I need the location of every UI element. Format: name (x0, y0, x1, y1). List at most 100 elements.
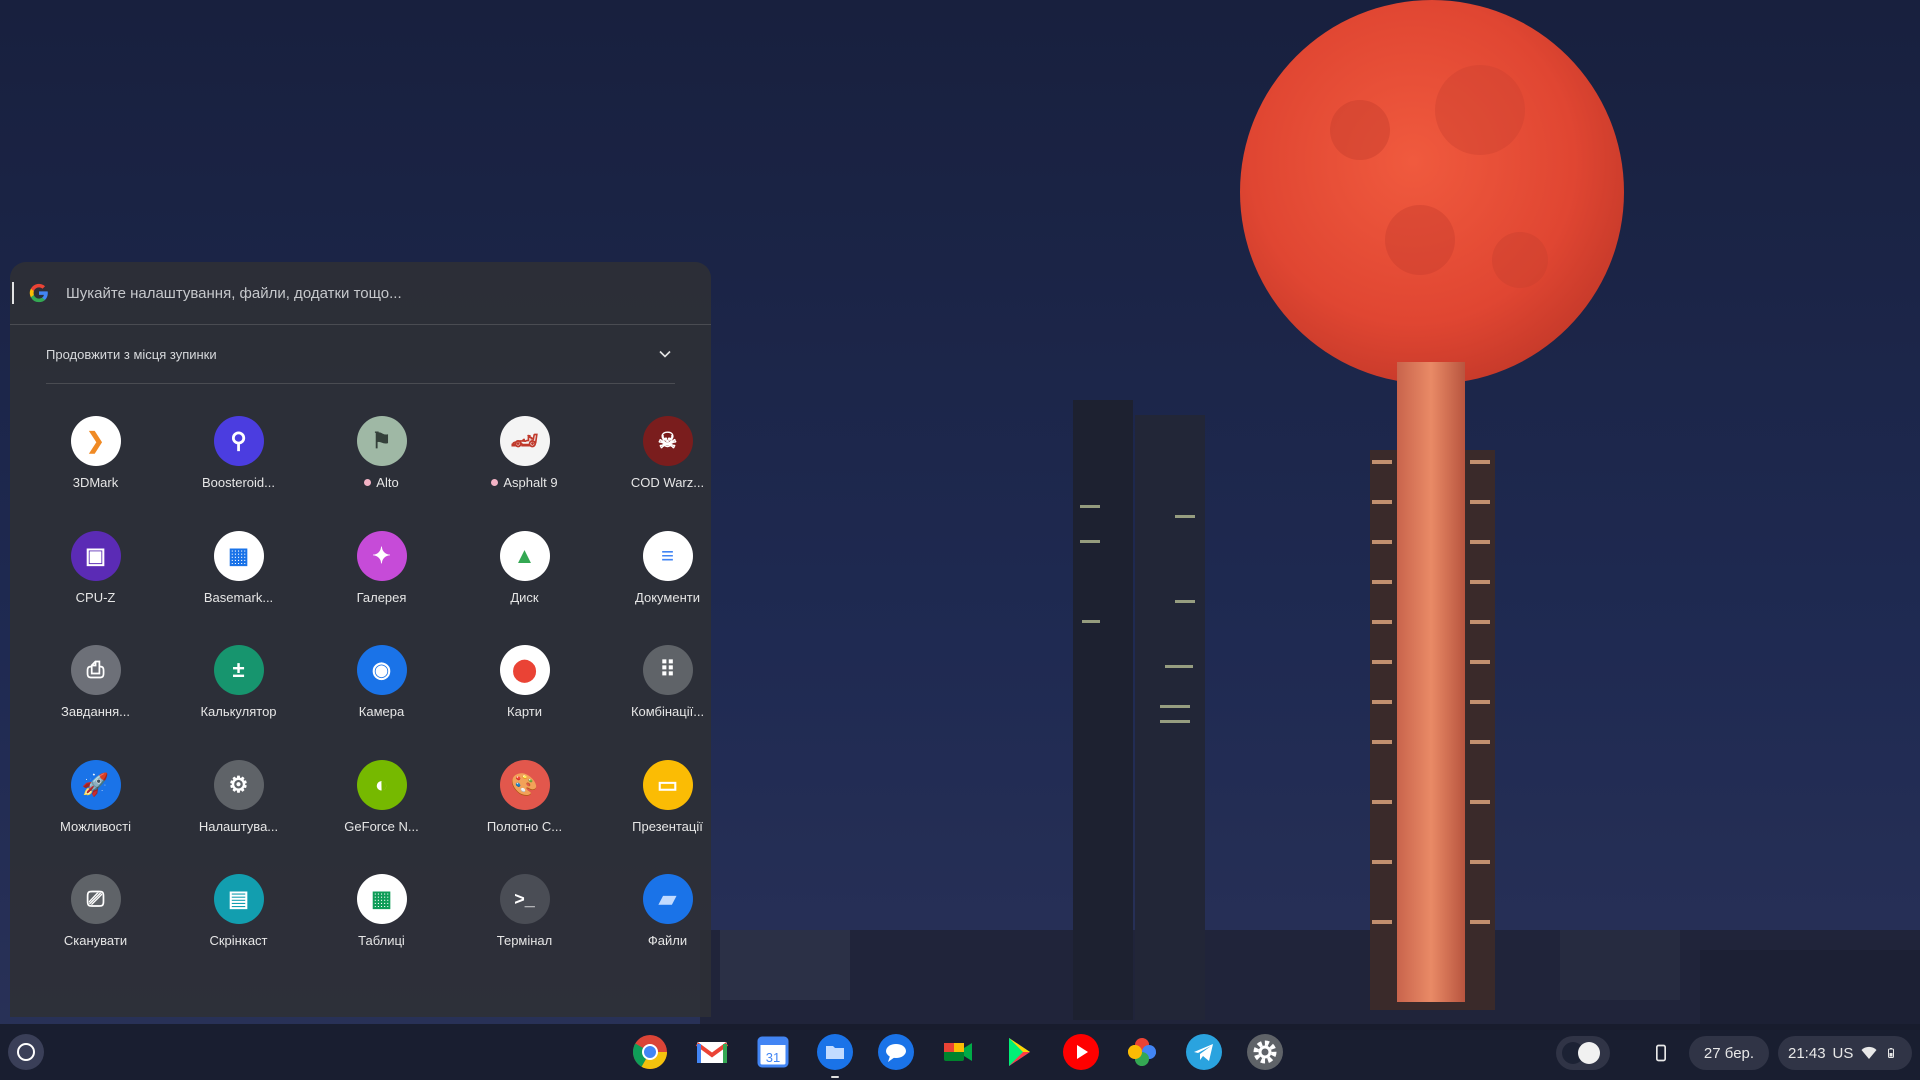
app-label: CPU-Z (76, 590, 116, 605)
app-tile[interactable]: >_ Термінал (453, 860, 596, 975)
app-tile[interactable]: ◐ GeForce N... (310, 746, 453, 861)
date-text: 27 бер. (1703, 1044, 1755, 1062)
app-tile[interactable]: ▰ Файли (596, 860, 711, 975)
app-label: Alto (364, 475, 399, 490)
play-store-icon[interactable] (999, 1032, 1039, 1072)
gallery-icon: ✦ (356, 530, 407, 581)
app-label: Asphalt 9 (491, 475, 558, 490)
app-launcher: Продовжити з місця зупинки ❯ 3DMark ⚲ Boost… (10, 262, 711, 1017)
app-tile[interactable]: ± Калькулятор (167, 631, 310, 746)
print-jobs-icon: ⎙ (70, 645, 121, 695)
app-tile[interactable]: 🏎 Asphalt 9 (453, 402, 596, 517)
cod-warzone-icon: ☠ (642, 416, 693, 466)
sheets-icon: ▦ (356, 874, 407, 924)
app-tile[interactable]: ≡ Документи (596, 517, 711, 632)
app-tile[interactable]: ▤ Скрінкаст (167, 860, 310, 975)
app-tile[interactable]: 🚀 Можливості (24, 746, 167, 861)
app-tile[interactable]: ⚙ Налаштува... (167, 746, 310, 861)
app-tile[interactable]: 🎨 Полотно С... (453, 746, 596, 861)
app-tile[interactable]: ⠿ Комбінації... (596, 631, 711, 746)
settings-icon[interactable] (1245, 1032, 1285, 1072)
app-label: COD Warz... (631, 475, 704, 490)
google-g-icon (29, 283, 48, 303)
photos-icon[interactable] (1122, 1032, 1162, 1072)
date-pod[interactable]: 27 бер. (1689, 1036, 1769, 1070)
shortcuts-icon: ⠿ (642, 645, 693, 695)
app-label-text: 3DMark (72, 475, 119, 490)
files-icon: ▰ (642, 874, 693, 924)
app-tile[interactable]: ⬤ Карти (453, 631, 596, 746)
app-label: Налаштува... (199, 819, 278, 834)
app-tile[interactable]: ⎙ Завдання... (24, 631, 167, 746)
search-input[interactable] (64, 283, 711, 303)
app-tile[interactable]: ⎚ Сканувати (24, 860, 167, 975)
phone-hub-pod[interactable] (1556, 1036, 1610, 1070)
docs-icon: ≡ (642, 530, 693, 581)
basemark-icon: ▦ (213, 530, 264, 581)
files-icon[interactable] (815, 1032, 855, 1078)
app-label-text: Калькулятор (200, 704, 277, 719)
launcher-button[interactable] (8, 1034, 44, 1070)
drive-icon: ▲ (499, 530, 550, 581)
app-label-text: Alto (376, 475, 399, 490)
app-tile[interactable]: ⚲ Boosteroid... (167, 402, 310, 517)
continue-section-header[interactable]: Продовжити з місця зупинки (46, 325, 675, 384)
app-label: 3DMark (73, 475, 119, 490)
chevron-down-icon[interactable] (655, 344, 675, 364)
battery-icon (1888, 1048, 1895, 1058)
app-label: Карти (507, 704, 542, 719)
cpu-z-icon: ▣ (70, 530, 121, 581)
status-area[interactable]: 21:43 US (1778, 1036, 1912, 1070)
youtube-icon[interactable] (1061, 1032, 1101, 1072)
app-tile[interactable]: ▭ Презентації (596, 746, 711, 861)
app-label-text: Basemark... (203, 589, 274, 605)
app-tile[interactable]: ▲ Диск (453, 517, 596, 632)
app-label: Можливості (60, 819, 131, 834)
app-tile[interactable]: ▦ Basemark... (167, 517, 310, 632)
geforce-now-icon: ◐ (356, 759, 407, 810)
app-tile[interactable]: ▦ Таблиці (310, 860, 453, 975)
app-label-text: Boosteroid... (202, 475, 275, 490)
continue-label: Продовжити з місця зупинки (46, 346, 217, 362)
chrome-icon[interactable] (630, 1032, 670, 1072)
pinned-apps: 31 (630, 1032, 1285, 1078)
app-label: Завдання... (61, 704, 130, 719)
moon (1240, 0, 1624, 384)
app-grid: ❯ 3DMark ⚲ Boosteroid... ⚑ Alto 🏎 Asphalt 9 ☠ COD… (24, 402, 711, 975)
app-label: Калькулятор (200, 704, 276, 719)
meet-icon[interactable] (938, 1032, 978, 1072)
app-label: Комбінації... (631, 704, 704, 719)
app-label: Полотно С... (487, 819, 562, 834)
app-label-text: Налаштува... (198, 818, 279, 834)
app-label: Термінал (497, 933, 553, 948)
calendar-icon[interactable]: 31 (753, 1032, 793, 1072)
app-label-text: Полотно С... (486, 818, 563, 834)
new-install-dot (491, 479, 499, 486)
app-label-text: COD Warz... (630, 475, 705, 490)
slides-icon: ▭ (642, 759, 693, 810)
keyboard-layout: US (1832, 1044, 1854, 1062)
app-label-text: Документи (635, 589, 700, 605)
scan-icon: ⎚ (70, 874, 121, 924)
search-bar[interactable] (10, 262, 711, 325)
gmail-icon[interactable] (692, 1032, 732, 1072)
calculator-icon: ± (213, 645, 264, 695)
app-tile[interactable]: ⚑ Alto (310, 402, 453, 517)
app-label: Документи (635, 590, 700, 605)
app-label: GeForce N... (344, 819, 418, 834)
app-label-text: GeForce N... (344, 818, 419, 834)
app-tile[interactable]: ❯ 3DMark (24, 402, 167, 517)
app-label: Диск (510, 590, 538, 605)
app-tile[interactable]: ☠ COD Warz... (596, 402, 711, 517)
messages-icon[interactable] (876, 1032, 916, 1072)
tote-pod[interactable] (1644, 1036, 1678, 1070)
app-label: Скрінкаст (209, 933, 267, 948)
app-tile[interactable]: ▣ CPU-Z (24, 517, 167, 632)
time-text: 21:43 (1788, 1044, 1826, 1062)
app-tile[interactable]: ◉ Камера (310, 631, 453, 746)
avatar (1578, 1042, 1600, 1064)
camera-icon: ◉ (356, 645, 407, 695)
app-label-text: Галерея (356, 589, 407, 605)
app-tile[interactable]: ✦ Галерея (310, 517, 453, 632)
telegram-icon[interactable] (1184, 1032, 1224, 1072)
